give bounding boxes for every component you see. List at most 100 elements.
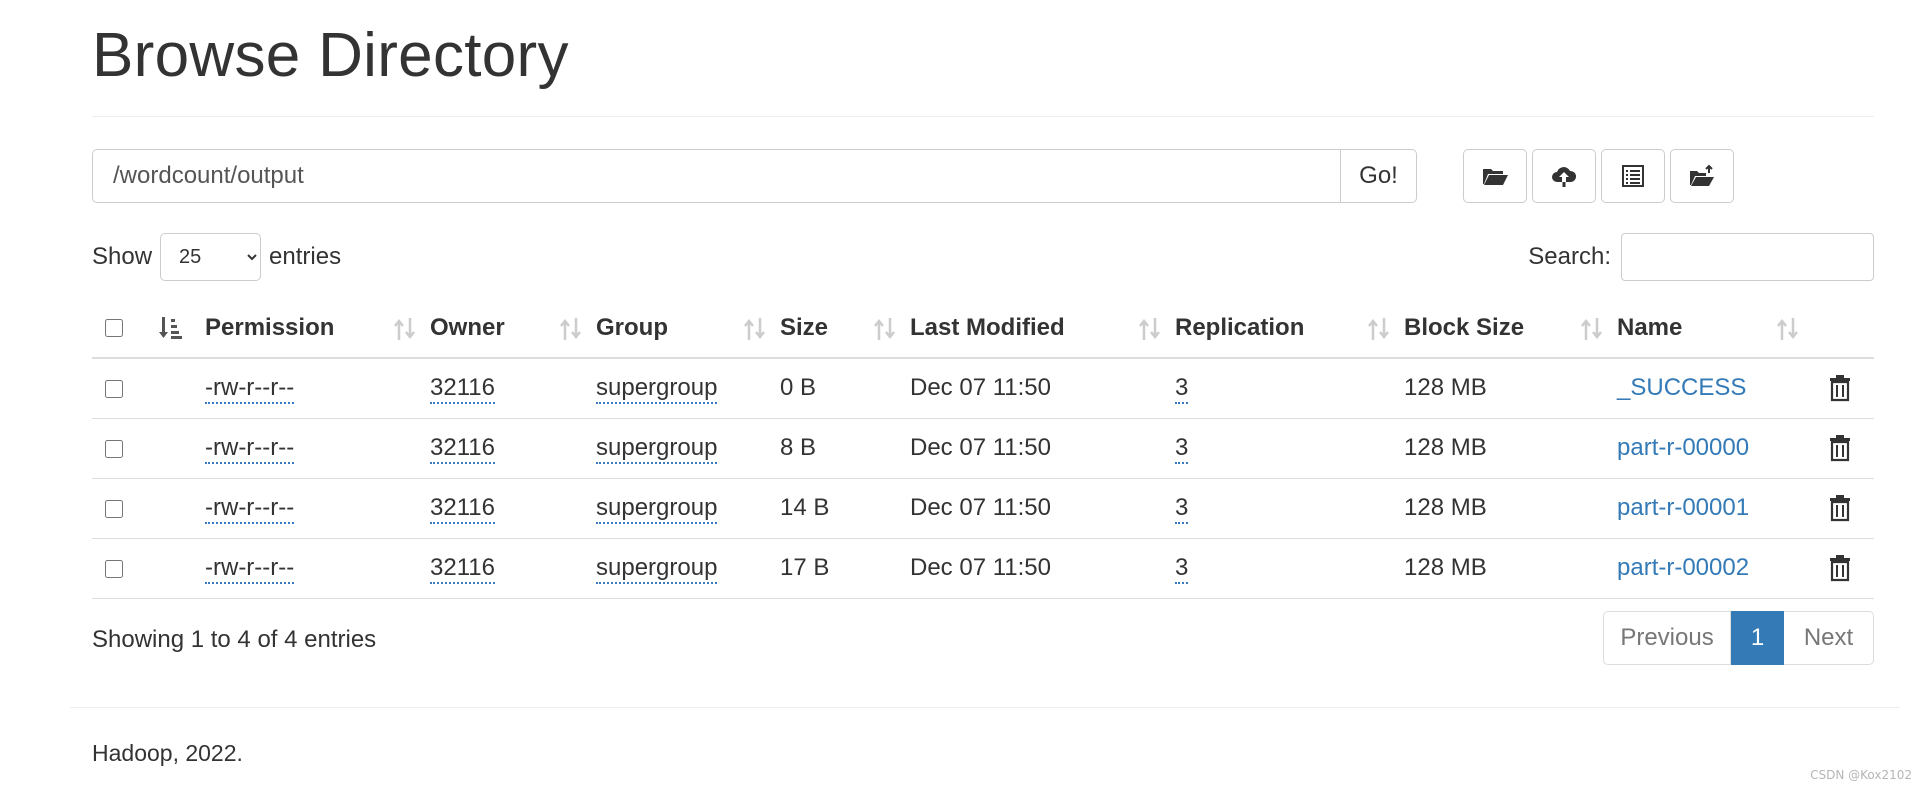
view-listing-button[interactable] bbox=[1601, 149, 1665, 203]
row-select-cell bbox=[92, 417, 152, 478]
table-info: Showing 1 to 4 of 4 entries bbox=[92, 626, 377, 653]
permission-value[interactable]: -rw-r--r-- bbox=[205, 434, 295, 464]
owner-value[interactable]: 32116 bbox=[430, 374, 495, 405]
owner-value[interactable]: 32116 bbox=[430, 434, 495, 464]
replication-cell: 3 bbox=[1175, 417, 1404, 478]
pagination: Previous 1 Next bbox=[1603, 611, 1874, 665]
replication-cell: 3 bbox=[1175, 358, 1404, 418]
group-value[interactable]: supergroup bbox=[596, 494, 718, 524]
trash-icon[interactable] bbox=[1827, 434, 1853, 462]
previous-page-button[interactable]: Previous bbox=[1603, 611, 1731, 665]
file-name-link[interactable]: part-r-00002 bbox=[1617, 554, 1749, 581]
block-size-cell: 128 MB bbox=[1404, 374, 1487, 402]
group-cell: supergroup bbox=[596, 358, 780, 418]
replication-cell: 3 bbox=[1175, 477, 1404, 538]
row-spacer-cell bbox=[152, 417, 205, 478]
sort-icon bbox=[394, 318, 415, 340]
next-page-button[interactable]: Next bbox=[1784, 611, 1874, 665]
footer-divider bbox=[70, 707, 1900, 708]
trash-icon[interactable] bbox=[1827, 494, 1853, 522]
sort-icon bbox=[1581, 318, 1602, 340]
column-header-label: Name bbox=[1617, 313, 1683, 341]
row-checkbox[interactable] bbox=[105, 499, 123, 518]
owner-cell: 32116 bbox=[430, 417, 596, 478]
file-name-link[interactable]: _SUCCESS bbox=[1617, 374, 1746, 401]
permission-cell: -rw-r--r-- bbox=[205, 477, 430, 538]
actions-header bbox=[1813, 298, 1874, 359]
column-header-label: Block Size bbox=[1404, 313, 1525, 341]
entries-label: entries bbox=[269, 243, 342, 270]
group-value[interactable]: supergroup bbox=[596, 554, 718, 584]
actions-cell bbox=[1813, 417, 1874, 478]
column-header-label: Replication bbox=[1175, 313, 1305, 341]
table-row: -rw-r--r-- 32116 supergroup 17 B Dec 07 … bbox=[92, 537, 1874, 599]
column-header-label: Last Modified bbox=[910, 313, 1065, 341]
entries-per-page-select[interactable]: 25 bbox=[160, 233, 262, 281]
column-header-last-modified[interactable]: Last Modified bbox=[910, 298, 1175, 359]
column-header-permission[interactable]: Permission bbox=[205, 298, 430, 359]
row-spacer-cell bbox=[152, 537, 205, 599]
trash-icon[interactable] bbox=[1827, 554, 1853, 582]
row-select-cell bbox=[92, 537, 152, 599]
replication-value[interactable]: 3 bbox=[1175, 494, 1189, 524]
create-directory-button[interactable] bbox=[1463, 149, 1527, 203]
replication-cell: 3 bbox=[1175, 537, 1404, 599]
cloud-upload-icon bbox=[1552, 167, 1577, 187]
sort-icon bbox=[1777, 318, 1798, 340]
permission-value[interactable]: -rw-r--r-- bbox=[205, 554, 295, 584]
column-header-label: Owner bbox=[430, 313, 505, 341]
upload-files-button[interactable] bbox=[1532, 149, 1596, 203]
page-title: Browse Directory bbox=[92, 21, 569, 90]
column-header-label: Group bbox=[596, 313, 668, 341]
column-header-owner[interactable]: Owner bbox=[430, 298, 596, 359]
path-input-group: Go! bbox=[92, 149, 1417, 203]
column-header-size[interactable]: Size bbox=[780, 298, 910, 359]
select-all-checkbox[interactable] bbox=[105, 319, 123, 338]
column-header-group[interactable]: Group bbox=[596, 298, 780, 359]
permission-value[interactable]: -rw-r--r-- bbox=[205, 494, 295, 524]
last-modified-cell: Dec 07 11:50 bbox=[910, 537, 1175, 599]
permission-cell: -rw-r--r-- bbox=[205, 537, 430, 599]
folder-cut-icon bbox=[1690, 164, 1714, 186]
owner-value[interactable]: 32116 bbox=[430, 494, 495, 524]
size-cell: 8 B bbox=[780, 417, 910, 478]
footer-text: Hadoop, 2022. bbox=[92, 740, 243, 766]
file-name-link[interactable]: part-r-00001 bbox=[1617, 494, 1749, 521]
entries-length-control: Show 25 entries bbox=[92, 233, 341, 281]
owner-cell: 32116 bbox=[430, 358, 596, 418]
search-input[interactable] bbox=[1621, 233, 1874, 281]
group-value[interactable]: supergroup bbox=[596, 434, 718, 464]
replication-value[interactable]: 3 bbox=[1175, 374, 1189, 405]
directory-path-input[interactable] bbox=[92, 149, 1340, 203]
page-1-button[interactable]: 1 bbox=[1731, 611, 1784, 665]
file-name-link[interactable]: part-r-00000 bbox=[1617, 434, 1749, 461]
sort-icon bbox=[560, 318, 581, 340]
row-checkbox[interactable] bbox=[105, 379, 123, 398]
show-label: Show bbox=[92, 243, 153, 270]
replication-value[interactable]: 3 bbox=[1175, 554, 1189, 584]
owner-value[interactable]: 32116 bbox=[430, 554, 495, 584]
group-cell: supergroup bbox=[596, 417, 780, 478]
cut-paste-button[interactable] bbox=[1670, 149, 1734, 203]
sort-icon bbox=[1139, 318, 1160, 340]
column-header-block-size[interactable]: Block Size bbox=[1404, 298, 1617, 359]
go-button[interactable]: Go! bbox=[1340, 149, 1417, 203]
column-header-label: Size bbox=[780, 313, 829, 341]
sort-icon bbox=[874, 318, 895, 340]
column-header-name[interactable]: Name bbox=[1617, 298, 1813, 359]
permission-cell: -rw-r--r-- bbox=[205, 358, 430, 418]
replication-value[interactable]: 3 bbox=[1175, 434, 1189, 464]
table-row: -rw-r--r-- 32116 supergroup 8 B Dec 07 1… bbox=[92, 417, 1874, 478]
trash-icon[interactable] bbox=[1827, 374, 1853, 402]
row-select-cell bbox=[92, 358, 152, 418]
column-header-label: Permission bbox=[205, 313, 335, 341]
row-checkbox[interactable] bbox=[105, 439, 123, 458]
row-checkbox[interactable] bbox=[105, 559, 123, 578]
sort-icon bbox=[744, 318, 765, 340]
group-value[interactable]: supergroup bbox=[596, 374, 718, 405]
column-header-replication[interactable]: Replication bbox=[1175, 298, 1404, 359]
block-size-cell: 128 MB bbox=[1404, 537, 1617, 599]
permission-value[interactable]: -rw-r--r-- bbox=[205, 374, 295, 405]
name-cell: part-r-00000 bbox=[1617, 417, 1813, 478]
sort-header[interactable] bbox=[152, 298, 205, 359]
